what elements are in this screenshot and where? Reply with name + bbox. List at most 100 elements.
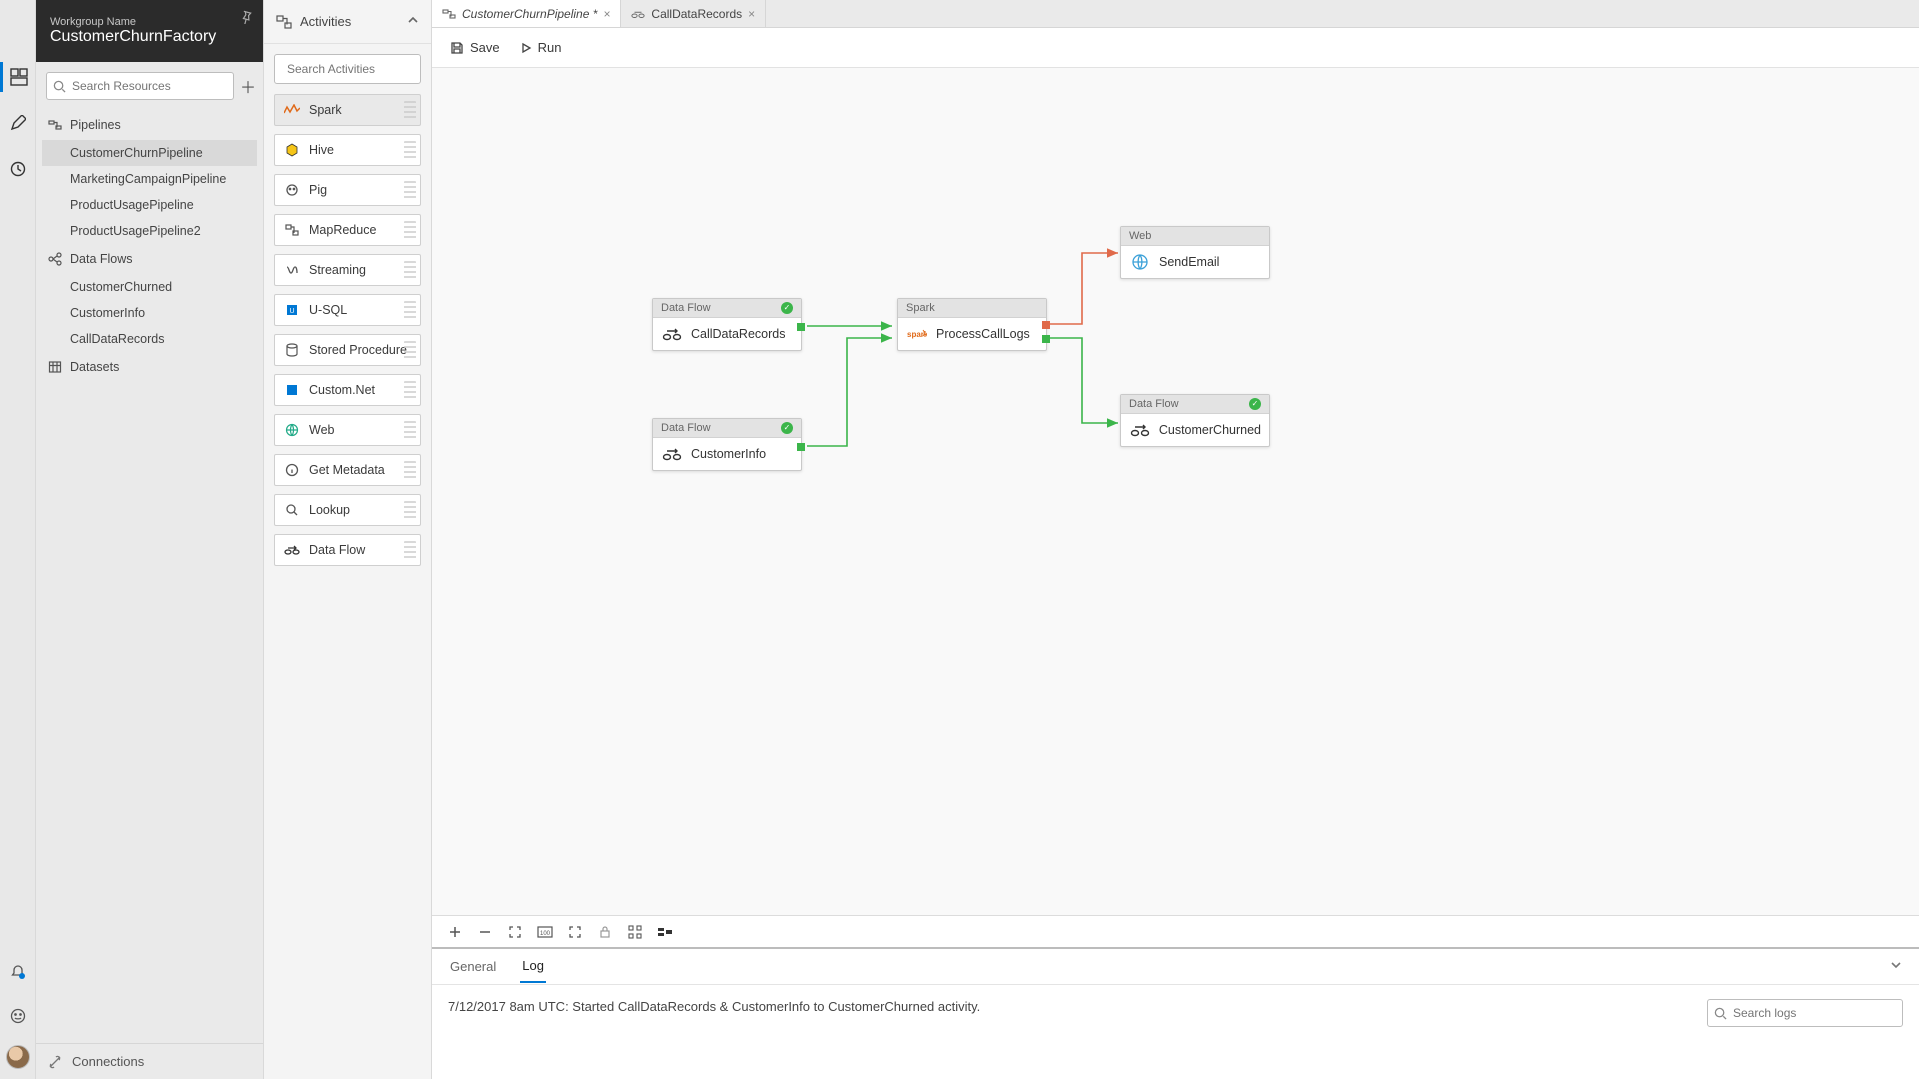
fit-button[interactable] xyxy=(506,923,524,941)
tab-close-icon[interactable]: × xyxy=(603,7,610,21)
node-type-label: Spark xyxy=(906,302,935,314)
activity-storedprocedure[interactable]: Stored Procedure xyxy=(274,334,421,366)
tab-label: CustomerChurnPipeline * xyxy=(462,7,597,21)
rail-edit-icon[interactable] xyxy=(0,108,36,138)
grip-icon xyxy=(404,221,416,241)
tree-group-datasets[interactable]: Datasets xyxy=(42,352,257,382)
activity-label: Data Flow xyxy=(309,543,365,557)
bottom-panel: General Log 7/12/2017 8am UTC: Started C… xyxy=(432,949,1919,1079)
tree-item-calldatarecords[interactable]: CallDataRecords xyxy=(42,326,257,352)
rail-home-icon[interactable] xyxy=(0,62,36,92)
connections-icon xyxy=(48,1055,62,1069)
tab-customerchurnpipeline[interactable]: CustomerChurnPipeline * × xyxy=(432,0,621,27)
output-port-failure[interactable] xyxy=(1042,321,1050,329)
activity-lookup[interactable]: Lookup xyxy=(274,494,421,526)
dataflow-icon xyxy=(283,541,301,559)
tree-group-pipelines[interactable]: Pipelines xyxy=(42,110,257,140)
activities-icon xyxy=(276,15,292,29)
zoom-100-button[interactable]: 100 xyxy=(536,923,554,941)
tree-item-customerchurned[interactable]: CustomerChurned xyxy=(42,274,257,300)
node-customerinfo[interactable]: Data Flow CustomerInfo xyxy=(652,418,802,471)
grip-icon xyxy=(404,301,416,321)
node-title: ProcessCallLogs xyxy=(936,327,1030,341)
node-type-label: Web xyxy=(1129,230,1151,242)
svg-text:100: 100 xyxy=(540,931,551,937)
dataflow-icon xyxy=(1129,421,1151,439)
main-area: CustomerChurnPipeline * × CallDataRecord… xyxy=(432,0,1919,1079)
snap-button[interactable] xyxy=(626,923,644,941)
activity-spark[interactable]: Spark xyxy=(274,94,421,126)
node-title: CustomerChurned xyxy=(1159,423,1261,437)
log-entry: 7/12/2017 8am UTC: Started CallDataRecor… xyxy=(448,999,980,1014)
activity-label: Stored Procedure xyxy=(309,343,407,357)
activity-mapreduce[interactable]: MapReduce xyxy=(274,214,421,246)
bottom-collapse-icon[interactable] xyxy=(1889,958,1903,975)
rail-feedback-icon[interactable] xyxy=(0,1001,36,1031)
activity-customnet[interactable]: Custom.Net xyxy=(274,374,421,406)
grip-icon xyxy=(404,541,416,561)
web-icon xyxy=(1129,253,1151,271)
activity-streaming[interactable]: Streaming xyxy=(274,254,421,286)
status-success-icon xyxy=(781,302,793,314)
activities-title: Activities xyxy=(300,14,351,29)
lock-button[interactable] xyxy=(596,923,614,941)
tree-group-label: Data Flows xyxy=(70,252,133,266)
tab-close-icon[interactable]: × xyxy=(748,7,755,21)
grip-icon xyxy=(404,101,416,121)
bottom-tab-log[interactable]: Log xyxy=(520,950,546,983)
activities-collapse-icon[interactable] xyxy=(407,14,419,29)
save-button[interactable]: Save xyxy=(450,40,500,55)
activity-dataflow[interactable]: Data Flow xyxy=(274,534,421,566)
zoom-out-button[interactable] xyxy=(476,923,494,941)
editor-toolbar: Save Run xyxy=(432,28,1919,68)
grip-icon xyxy=(404,341,416,361)
bottom-tab-general[interactable]: General xyxy=(448,951,498,982)
tree-item-customerchurnpipeline[interactable]: CustomerChurnPipeline xyxy=(42,140,257,166)
align-button[interactable] xyxy=(656,923,674,941)
storedprocedure-icon xyxy=(283,341,301,359)
output-port[interactable] xyxy=(797,443,805,451)
workgroup-label: Workgroup Name xyxy=(50,16,249,28)
search-activities-input[interactable] xyxy=(274,54,421,84)
rail-notifications-icon[interactable] xyxy=(0,957,36,987)
activity-hive[interactable]: Hive xyxy=(274,134,421,166)
tree-item-productusagepipeline[interactable]: ProductUsagePipeline xyxy=(42,192,257,218)
activity-getmetadata[interactable]: Get Metadata xyxy=(274,454,421,486)
search-resources-input[interactable] xyxy=(46,72,234,100)
node-customerchurned[interactable]: Data Flow CustomerChurned xyxy=(1120,394,1270,447)
node-title: SendEmail xyxy=(1159,255,1219,269)
icon-rail xyxy=(0,0,36,1079)
add-resource-button[interactable]: ＋ xyxy=(240,75,256,97)
sidebar-header: Workgroup Name CustomerChurnFactory xyxy=(36,0,263,62)
connections-button[interactable]: Connections xyxy=(36,1043,263,1079)
pig-icon xyxy=(283,181,301,199)
output-port-success[interactable] xyxy=(1042,335,1050,343)
fullscreen-button[interactable] xyxy=(566,923,584,941)
zoom-in-button[interactable] xyxy=(446,923,464,941)
pin-icon[interactable] xyxy=(239,10,253,27)
tab-calldatarecords[interactable]: CallDataRecords × xyxy=(621,0,766,27)
run-button[interactable]: Run xyxy=(520,40,562,55)
canvas-toolbar: 100 xyxy=(432,915,1919,949)
search-icon xyxy=(53,80,66,93)
activity-label: MapReduce xyxy=(309,223,376,237)
rail-monitor-icon[interactable] xyxy=(0,154,36,184)
node-type-label: Data Flow xyxy=(661,302,711,314)
rail-avatar[interactable] xyxy=(6,1045,30,1069)
connection-wires xyxy=(432,68,1919,949)
search-logs-input[interactable] xyxy=(1707,999,1903,1027)
tree-item-productusagepipeline2[interactable]: ProductUsagePipeline2 xyxy=(42,218,257,244)
tree-group-dataflows[interactable]: Data Flows xyxy=(42,244,257,274)
output-port[interactable] xyxy=(797,323,805,331)
node-calldatarecords[interactable]: Data Flow CallDataRecords xyxy=(652,298,802,351)
node-sendemail[interactable]: Web SendEmail xyxy=(1120,226,1270,279)
pipeline-canvas[interactable]: Data Flow CallDataRecords Data Flow Cust… xyxy=(432,68,1919,949)
tab-label: CallDataRecords xyxy=(651,7,742,21)
node-processcalllogs[interactable]: Spark sparkProcessCallLogs xyxy=(897,298,1047,351)
dataflow-icon xyxy=(631,8,645,20)
activity-web[interactable]: Web xyxy=(274,414,421,446)
activity-pig[interactable]: Pig xyxy=(274,174,421,206)
activity-usql[interactable]: UU-SQL xyxy=(274,294,421,326)
tree-item-customerinfo[interactable]: CustomerInfo xyxy=(42,300,257,326)
tree-item-marketingcampaignpipeline[interactable]: MarketingCampaignPipeline xyxy=(42,166,257,192)
